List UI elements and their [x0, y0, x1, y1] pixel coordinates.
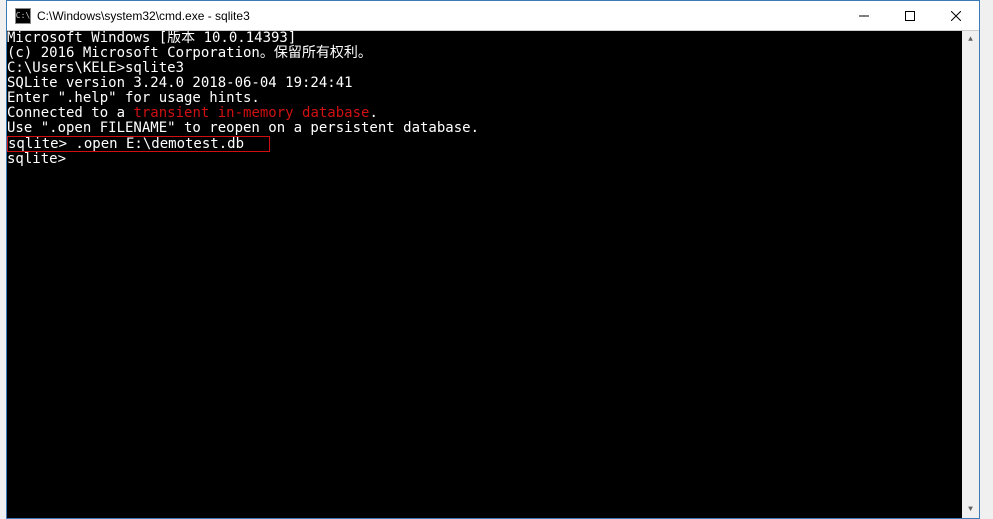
terminal-line: Enter ".help" for usage hints. — [7, 91, 962, 106]
cmd-icon: C:\ — [15, 8, 31, 24]
terminal-output[interactable]: Microsoft Windows [版本 10.0.14393](c) 201… — [7, 31, 962, 518]
window-title: C:\Windows\system32\cmd.exe - sqlite3 — [37, 9, 841, 23]
title-bar[interactable]: C:\ C:\Windows\system32\cmd.exe - sqlite… — [7, 1, 979, 31]
scroll-down-button[interactable]: ▼ — [962, 501, 979, 518]
annotation-box: sqlite> .open E:\demotest.db — [7, 136, 270, 152]
close-icon — [951, 11, 961, 21]
vertical-scrollbar[interactable]: ▲ ▼ — [962, 31, 979, 518]
terminal-line: Connected to a transient in-memory datab… — [7, 106, 962, 121]
window-controls — [841, 1, 979, 30]
minimize-icon — [859, 11, 869, 21]
terminal-wrap: Microsoft Windows [版本 10.0.14393](c) 201… — [7, 31, 979, 518]
terminal-line: sqlite> .open E:\demotest.db — [7, 136, 962, 152]
maximize-icon — [905, 11, 915, 21]
scroll-track[interactable] — [962, 48, 979, 501]
text-segment: . — [369, 105, 377, 121]
cmd-window: C:\ C:\Windows\system32\cmd.exe - sqlite… — [6, 0, 980, 519]
terminal-line: Microsoft Windows [版本 10.0.14393] — [7, 31, 962, 46]
terminal-line: sqlite> — [7, 152, 962, 167]
terminal-line: C:\Users\KELE>sqlite3 — [7, 61, 962, 76]
text-segment: Connected to a — [7, 105, 133, 121]
highlight-text: transient in-memory database — [133, 105, 369, 121]
terminal-line: (c) 2016 Microsoft Corporation。保留所有权利。 — [7, 46, 962, 61]
terminal-line: SQLite version 3.24.0 2018-06-04 19:24:4… — [7, 76, 962, 91]
close-button[interactable] — [933, 1, 979, 30]
scroll-up-button[interactable]: ▲ — [962, 31, 979, 48]
terminal-line: Use ".open FILENAME" to reopen on a pers… — [7, 121, 962, 136]
maximize-button[interactable] — [887, 1, 933, 30]
minimize-button[interactable] — [841, 1, 887, 30]
